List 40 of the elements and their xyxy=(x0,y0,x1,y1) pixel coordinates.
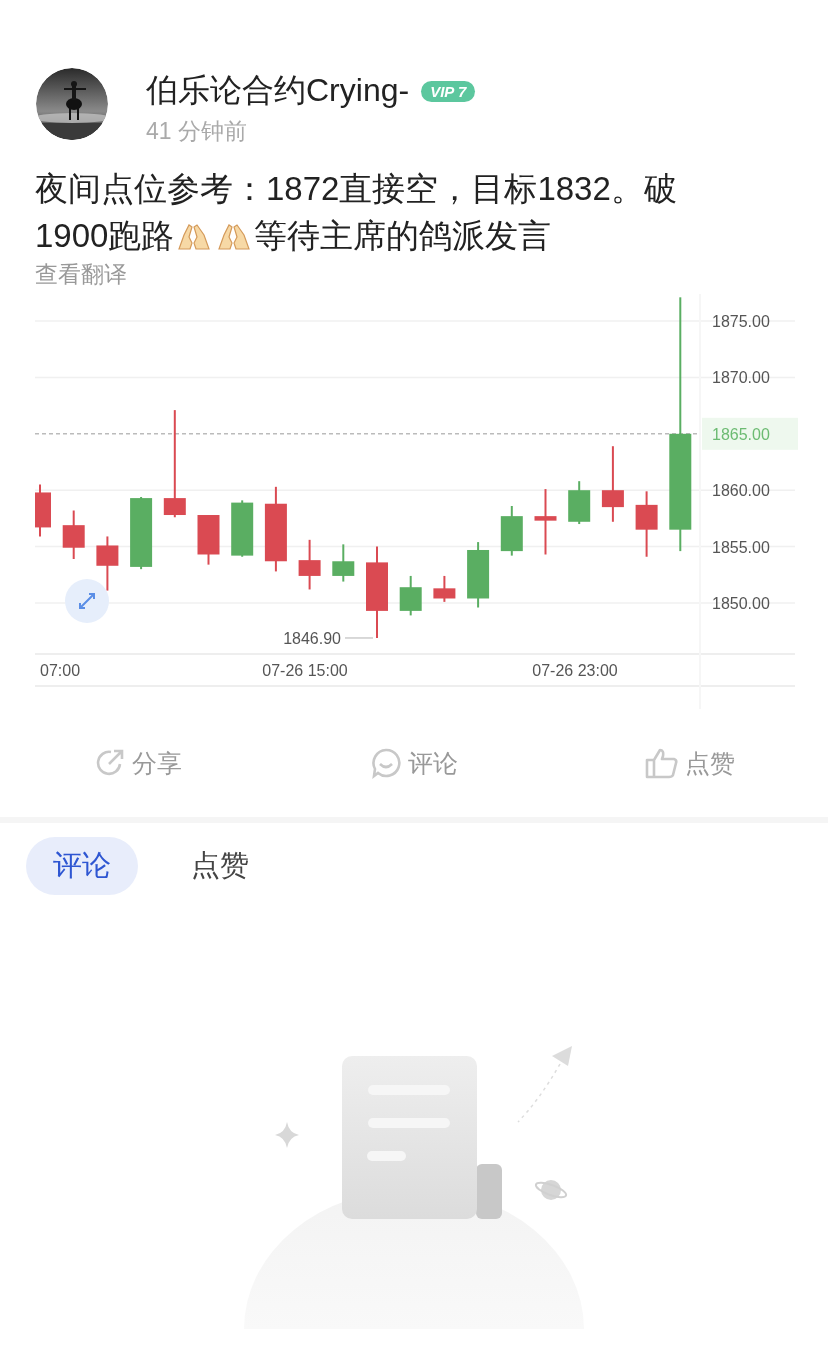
candlestick xyxy=(635,490,658,558)
tab[interactable]: 评论 xyxy=(26,837,138,895)
author-name[interactable]: 伯乐论合约Crying- xyxy=(146,69,410,113)
axis-label: 1875.00 xyxy=(712,313,770,330)
axis-label: 07-26 23:00 xyxy=(532,662,618,679)
candlestick xyxy=(399,574,422,617)
candlestick xyxy=(62,509,85,560)
candlestick xyxy=(298,538,321,591)
candlestick xyxy=(500,505,523,557)
comment-button[interactable]: 评论 xyxy=(370,746,458,780)
tab[interactable]: 点赞 xyxy=(164,837,276,895)
post-time: 41 分钟前 xyxy=(146,117,248,146)
axis-label: 1860.00 xyxy=(712,482,770,500)
candlestick xyxy=(332,543,355,583)
thumbs-up-icon xyxy=(645,747,679,779)
like-button[interactable]: 点赞 xyxy=(645,746,735,780)
candlestick xyxy=(433,574,456,603)
share-button[interactable]: 分享 xyxy=(94,746,182,780)
low-price-label: 1846.90 xyxy=(283,629,341,647)
leader-line xyxy=(344,637,374,639)
post-text: 1900跑路 xyxy=(35,216,175,256)
vip-badge: VIP 7 xyxy=(421,80,476,102)
candlestick xyxy=(35,483,51,538)
axis-label: 07-26 15:00 xyxy=(262,662,348,679)
axis-label: 07:00 xyxy=(40,662,81,679)
post-text: 夜间点位参考：1872直接空，目标1832。破 xyxy=(35,169,677,209)
axis-label: 1850.00 xyxy=(712,595,770,612)
candlestick xyxy=(568,480,591,526)
translate-link[interactable]: 查看翻译 xyxy=(35,259,127,290)
axis-label: 1855.00 xyxy=(712,538,770,556)
candlestick xyxy=(231,499,254,558)
expand-icon[interactable] xyxy=(65,579,109,623)
candlestick xyxy=(197,514,220,566)
axis-label: 1870.00 xyxy=(712,369,770,387)
last-price-label: 1865.00 xyxy=(712,425,770,443)
candlestick xyxy=(534,488,557,556)
candlestick xyxy=(96,535,119,592)
candlestick xyxy=(467,541,490,609)
comment-icon xyxy=(370,747,402,779)
post-text: 等待主席的鸽派发言 xyxy=(254,216,552,256)
